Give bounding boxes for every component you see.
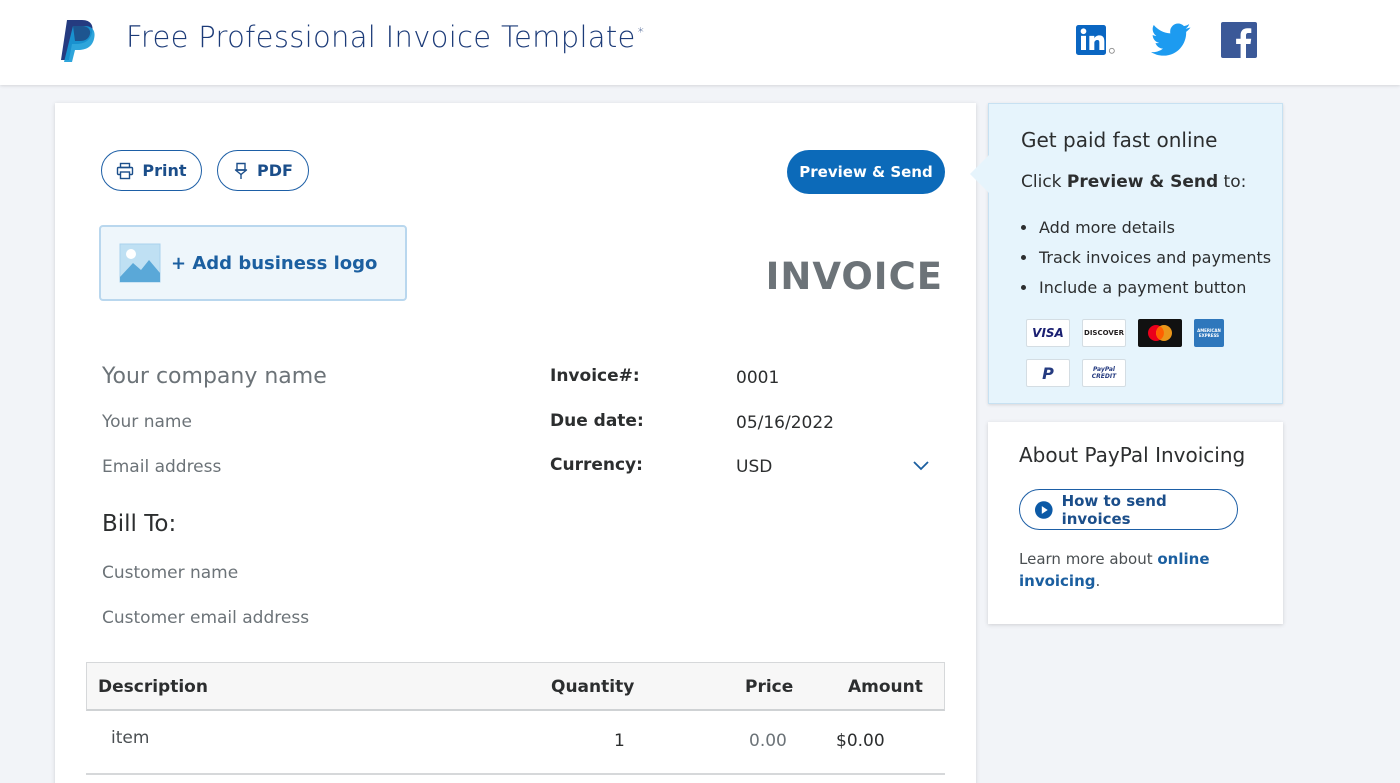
learn-more-text: Learn more about online invoicing.	[1019, 548, 1249, 592]
learn-prefix: Learn more about	[1019, 550, 1158, 568]
how-to-send-button[interactable]: How to send invoices	[1019, 489, 1238, 530]
visa-logo: VISA	[1026, 319, 1070, 347]
play-icon	[1034, 500, 1053, 519]
chevron-down-icon[interactable]	[912, 460, 930, 472]
add-logo-label: + Add business logo	[171, 252, 378, 274]
printer-icon	[117, 162, 134, 179]
customer-email-field[interactable]: Customer email address	[102, 608, 309, 628]
list-item: Track invoices and payments	[1021, 242, 1271, 272]
col-amount: Amount	[848, 677, 923, 697]
customer-name-field[interactable]: Customer name	[102, 563, 238, 583]
discover-text: DISCOVER	[1084, 329, 1124, 337]
col-price: Price	[745, 677, 794, 697]
twitter-icon[interactable]	[1151, 20, 1191, 60]
company-name-field[interactable]: Your company name	[102, 364, 327, 389]
title-asterisk: *	[637, 25, 644, 40]
pdf-label: PDF	[257, 161, 293, 180]
preview-send-button[interactable]: Preview & Send	[787, 150, 945, 194]
item-amount: $0.00	[836, 731, 885, 751]
list-item: Include a payment button	[1021, 272, 1271, 302]
your-name-field[interactable]: Your name	[102, 412, 192, 432]
paypal-logo-icon[interactable]	[58, 18, 98, 62]
how-to-send-label: How to send invoices	[1061, 491, 1167, 528]
about-title: About PayPal Invoicing	[1019, 443, 1246, 467]
add-logo-box[interactable]: + Add business logo	[99, 225, 407, 301]
item-quantity-field[interactable]: 1	[614, 731, 625, 751]
table-header: Description Quantity Price Amount	[86, 662, 945, 711]
get-paid-subtitle: Click Preview & Send to:	[1021, 172, 1246, 192]
email-address-field[interactable]: Email address	[102, 457, 221, 477]
table-row: item 1 0.00 $0.00	[86, 711, 945, 775]
item-description-field[interactable]: item	[111, 728, 149, 748]
due-date-field[interactable]: 05/16/2022	[736, 413, 834, 433]
subtitle-suffix: to:	[1218, 172, 1247, 192]
due-date-label: Due date:	[550, 411, 644, 431]
about-invoicing-panel: About PayPal Invoicing How to send invoi…	[988, 422, 1283, 624]
print-button[interactable]: Print	[101, 150, 202, 191]
mastercard-logo	[1138, 319, 1182, 347]
invoice-number-label: Invoice#:	[550, 366, 640, 386]
col-description: Description	[98, 677, 208, 697]
invoice-heading: INVOICE	[765, 255, 943, 298]
learn-suffix: .	[1095, 572, 1101, 590]
visa-text: VISA	[1032, 326, 1064, 340]
subtitle-bold: Preview & Send	[1066, 172, 1219, 192]
paypal-credit-text: PayPal CREDIT	[1091, 366, 1117, 380]
paypal-p-text: P	[1042, 363, 1054, 383]
facebook-icon[interactable]	[1219, 20, 1259, 60]
discover-logo: DISCOVER	[1082, 319, 1126, 347]
currency-label: Currency:	[550, 455, 643, 475]
subtitle-prefix: Click	[1021, 172, 1067, 192]
download-icon	[234, 162, 248, 179]
invoice-card: Print PDF Preview & Send + Add business …	[55, 103, 976, 783]
bill-to-heading: Bill To:	[102, 511, 177, 537]
paypal-card-logo: P	[1026, 359, 1070, 387]
add-logo-text: Add business logo	[192, 252, 378, 274]
page-title-text: Free Professional Invoice Template	[126, 20, 636, 54]
col-quantity: Quantity	[551, 677, 635, 697]
top-bar: Free Professional Invoice Template *	[0, 0, 1400, 85]
amex-logo: AMERICAN EXPRESS	[1194, 319, 1224, 347]
paypal-credit-logo: PayPal CREDIT	[1082, 359, 1126, 387]
pdf-button[interactable]: PDF	[217, 150, 309, 191]
line-items-table: Description Quantity Price Amount item 1…	[86, 662, 945, 775]
print-label: Print	[142, 161, 187, 180]
benefits-list: Add more details Track invoices and paym…	[1021, 212, 1271, 302]
get-paid-title: Get paid fast online	[1021, 128, 1218, 152]
currency-select[interactable]: USD	[736, 457, 772, 477]
page-title: Free Professional Invoice Template *	[126, 20, 644, 54]
item-price-field[interactable]: 0.00	[749, 731, 787, 751]
mastercard-circles-icon	[1148, 325, 1172, 341]
linkedin-icon[interactable]	[1076, 20, 1116, 60]
amex-text: AMERICAN EXPRESS	[1197, 328, 1221, 338]
image-icon	[119, 243, 161, 283]
invoice-number-field[interactable]: 0001	[736, 368, 779, 388]
get-paid-panel: Get paid fast online Click Preview & Sen…	[970, 103, 1283, 404]
list-item: Add more details	[1021, 212, 1271, 242]
